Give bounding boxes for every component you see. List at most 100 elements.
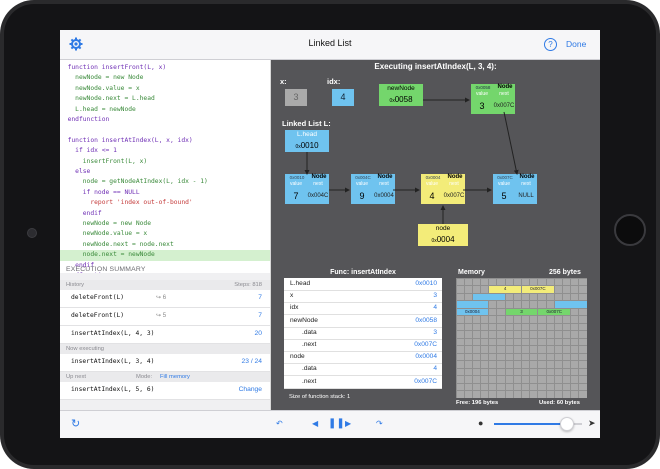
memory-block: 0x0004 [456,308,489,315]
frame-variable-value: 3 [433,292,437,300]
speed-slider-thumb[interactable] [560,417,574,431]
memory-cell [546,301,554,308]
memory-cell [522,361,530,368]
memory-cell [571,331,579,338]
mode-value[interactable]: Fill memory [160,372,190,382]
memory-cell [489,331,497,338]
summary-title: EXECUTION SUMMARY [66,266,146,273]
frame-row: node 0x0004 [284,351,442,365]
memory-cell [456,278,464,285]
memory-cell [481,361,489,368]
memory-cell [464,376,472,383]
history-row[interactable]: insertAtIndex(L, 4, 3) 20 [60,326,270,344]
memory-cell [522,346,530,353]
history-row[interactable]: deleteFront(L) ↪ 6 7 [60,290,270,308]
memory-cell [497,338,505,345]
memory-cell [571,338,579,345]
step-back-icon[interactable]: ↶ [276,419,283,428]
memory-cell [472,391,481,398]
visualization-panel: Executing insertAtIndex(L, 3, 4): x: 3 i… [271,60,600,410]
memory-cell [579,286,587,293]
memory-cell [481,278,489,285]
memory-cell [489,338,497,345]
change-button[interactable]: Change [239,386,262,393]
memory-cell [571,278,579,285]
memory-cell [497,278,505,285]
memory-cell [530,338,538,345]
memory-cell [546,376,554,383]
page-title: Linked List [308,38,352,48]
memory-cell [562,331,571,338]
memory-cell [472,361,481,368]
memory-cell [497,383,505,390]
memory-size: 256 bytes [549,269,581,276]
memory-cell [579,278,587,285]
memory-cell [562,323,571,330]
up-next-function: insertAtIndex(L, 5, 6) [71,386,155,393]
frame-variable-name: .data [302,328,317,336]
memory-cell [456,353,464,360]
memory-cell [513,338,521,345]
memory-cell [579,368,587,375]
used-bytes: Used: 60 bytes [539,400,580,406]
memory-cell [530,383,538,390]
memory-cell [546,383,554,390]
memory-cell [481,353,489,360]
code-line: node.next = newNode [60,250,270,261]
newnode-next-arrow [503,111,519,175]
memory-block: 0x007C [538,308,571,315]
code-line: newNode.next = node.next [60,240,174,248]
step-forward-icon[interactable]: ↷ [376,419,383,428]
code-line: endfunction [60,116,110,123]
code-line: newNode.value = x [60,230,148,238]
rabbit-icon: ➤ [588,418,596,428]
memory-cell [522,383,530,390]
now-executing-row[interactable]: insertAtIndex(L, 3, 4) 23 / 24 [60,354,270,372]
memory-cell [554,331,562,338]
home-button[interactable] [614,214,646,246]
pause-icon[interactable]: ❚❚ [328,418,345,429]
now-executing-header: Now executing [60,344,270,354]
memory-cell [546,316,554,323]
memory-block: 3 [505,308,538,315]
history-row[interactable]: deleteFront(L) ↪ 5 7 [60,308,270,326]
memory-cell [579,361,587,368]
memory-cell [554,293,562,300]
memory-cell [522,278,530,285]
frame-variable-value: 4 [433,365,437,373]
frame-variable-name: .data [302,365,317,373]
memory-cell [505,278,513,285]
memory-cell [562,376,571,383]
memory-cell [456,316,464,323]
memory-cell [505,301,513,308]
memory-cell [481,368,489,375]
refresh-icon[interactable]: ↻ [71,417,80,430]
memory-cell [546,368,554,375]
memory-cell [489,316,497,323]
memory-cell [571,286,579,293]
memory-cell [538,391,546,398]
memory-cell [579,323,587,330]
memory-cell [522,301,530,308]
memory-cell [571,353,579,360]
code-line: if idx <= 1 [60,147,117,155]
memory-cell [481,316,489,323]
memory-cell [554,323,562,330]
memory-cell [513,301,521,308]
help-icon[interactable]: ? [544,38,557,51]
memory-cell [464,331,472,338]
up-next-header: Up next Mode: Fill memory [60,372,270,382]
speed-slider-fill [494,423,570,425]
previous-icon[interactable]: ◀ [312,419,318,428]
memory-cell [538,323,546,330]
memory-cell [513,331,521,338]
memory-cell [522,338,530,345]
up-next-row[interactable]: insertAtIndex(L, 5, 6) Change [60,382,270,400]
next-icon[interactable]: ▶ [345,419,351,428]
memory-cell [579,316,587,323]
frame-row: newNode 0x0058 [284,315,442,328]
memory-title: Memory [458,269,485,276]
frame-variable-name: x [290,292,294,300]
done-button[interactable]: Done [566,39,586,49]
memory-cell [554,391,562,398]
